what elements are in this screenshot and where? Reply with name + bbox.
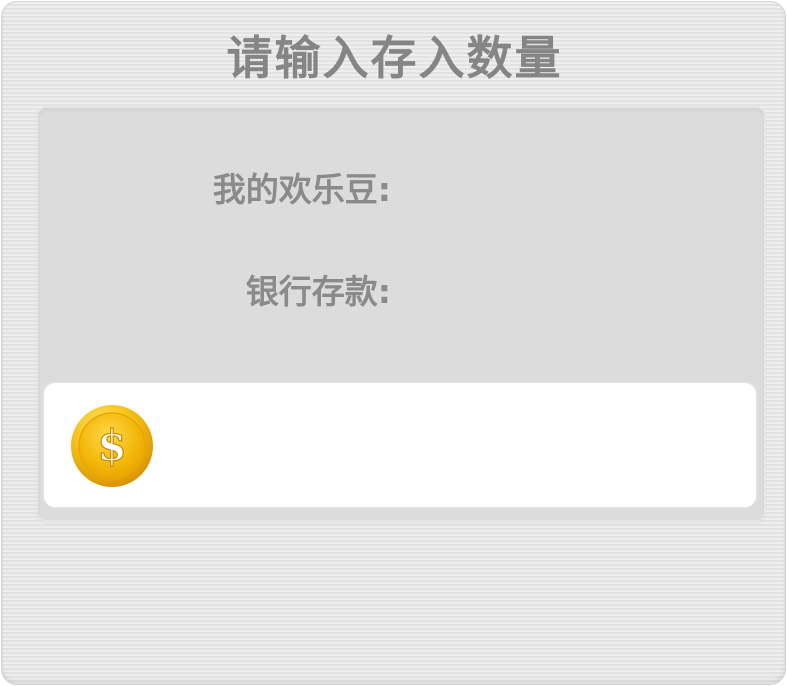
my-beans-label: 我的欢乐豆: (212, 170, 391, 209)
amount-input-box[interactable]: $ (43, 382, 757, 508)
svg-text:$: $ (97, 421, 126, 470)
deposit-amount-input[interactable] (174, 413, 738, 479)
dialog-title: 请输入存入数量 (226, 31, 563, 85)
coin-dollar-icon: $ (71, 405, 153, 487)
deposit-dialog: 请输入存入数量 我的欢乐豆: 银行存款: $ (1, 1, 786, 685)
bank-deposit-label: 银行存款: (245, 272, 391, 311)
footer-area (238, 558, 408, 658)
